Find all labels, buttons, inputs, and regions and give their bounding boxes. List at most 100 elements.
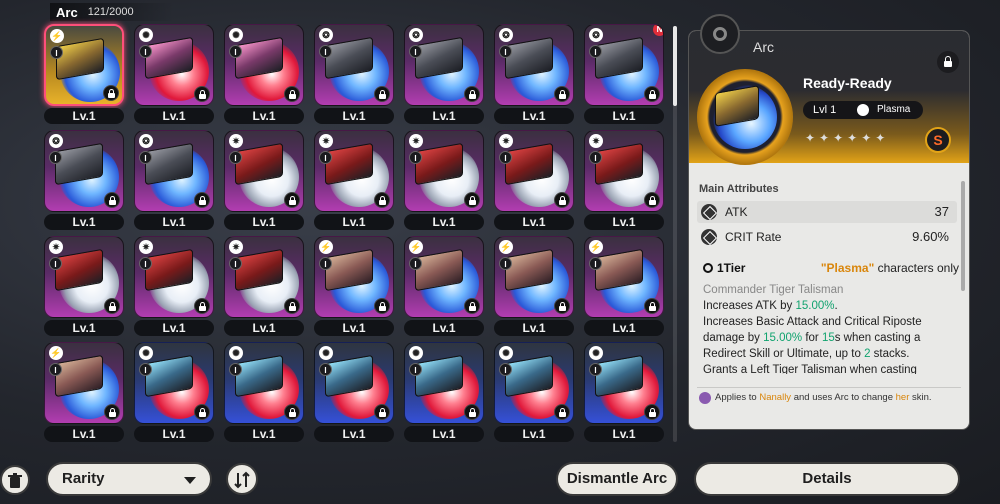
arc-tile[interactable]: ⚡ I [314, 236, 394, 318]
arc-tile[interactable]: ✷ I [224, 130, 304, 212]
arc-card[interactable]: ✷ I Lv.1 [584, 130, 666, 234]
arc-tile[interactable]: ❂ I [494, 24, 574, 106]
lock-icon[interactable] [374, 404, 390, 420]
arc-card[interactable]: ✷ I Lv.1 [404, 130, 486, 234]
lock-icon[interactable] [284, 404, 300, 420]
lock-icon[interactable] [464, 86, 480, 102]
details-button[interactable]: Details [694, 462, 960, 496]
arc-tile[interactable]: ❂ I [314, 24, 394, 106]
lock-icon[interactable] [194, 192, 210, 208]
tier-icon: I [229, 363, 242, 376]
arc-card[interactable]: ✺ I Lv.1 [134, 24, 216, 128]
arc-card[interactable]: ⚡ I Lv.1 [44, 24, 126, 128]
tier-icon: I [139, 257, 152, 270]
arc-tile[interactable]: ✺ I [224, 342, 304, 424]
arc-tile[interactable]: ⚡ I [404, 236, 484, 318]
lock-icon[interactable] [464, 192, 480, 208]
lock-icon[interactable] [554, 192, 570, 208]
arc-card[interactable]: ✷ I Lv.1 [224, 236, 306, 340]
lock-icon[interactable] [464, 298, 480, 314]
arc-tile[interactable]: ✺ I [134, 342, 214, 424]
arc-tile[interactable]: ✷ I [44, 236, 124, 318]
arc-card[interactable]: ✺ I Lv.1 [404, 342, 486, 446]
lock-icon[interactable] [644, 298, 660, 314]
arc-tile[interactable]: ❂ I [134, 130, 214, 212]
arc-level: Lv.1 [44, 108, 124, 124]
arc-tile[interactable]: ✺ I [134, 24, 214, 106]
lock-icon[interactable] [374, 298, 390, 314]
arc-card[interactable]: ✷ I Lv.1 [224, 130, 306, 234]
arc-card[interactable]: ✷ I Lv.1 [44, 236, 126, 340]
arc-card[interactable]: ❂ I Lv.1 [44, 130, 126, 234]
lock-icon[interactable] [644, 86, 660, 102]
arc-tile[interactable]: ✷ I [494, 130, 574, 212]
lock-icon[interactable] [103, 85, 119, 101]
lock-icon[interactable] [644, 404, 660, 420]
arc-card[interactable]: ❂ I Lv.1 [494, 24, 576, 128]
lock-icon[interactable] [554, 86, 570, 102]
inventory-title: Arc [56, 4, 78, 20]
lock-icon[interactable] [374, 86, 390, 102]
lock-icon[interactable] [284, 192, 300, 208]
inventory-scrollbar[interactable] [673, 26, 677, 442]
arc-card[interactable]: ✺ I Lv.1 [224, 24, 306, 128]
lock-icon[interactable] [464, 404, 480, 420]
arc-tile[interactable]: ✺ I [224, 24, 304, 106]
tier-icon: I [409, 151, 422, 164]
arc-tile[interactable]: ✺ I [314, 342, 394, 424]
lock-icon[interactable] [284, 86, 300, 102]
lock-icon[interactable] [374, 192, 390, 208]
detail-scrollbar[interactable] [961, 181, 965, 291]
lock-icon[interactable] [937, 51, 959, 73]
arc-card[interactable]: ⚡ I Lv.1 [584, 236, 666, 340]
lock-icon[interactable] [194, 86, 210, 102]
arc-tile[interactable]: ✷ I [314, 130, 394, 212]
arc-card[interactable]: ❂ I N Lv.1 [584, 24, 666, 128]
arc-card[interactable]: ✺ I Lv.1 [584, 342, 666, 446]
arc-card[interactable]: ❂ I Lv.1 [134, 130, 216, 234]
arc-card[interactable]: ✺ I Lv.1 [134, 342, 216, 446]
arc-tile[interactable]: ❂ I N [584, 24, 664, 106]
arc-card[interactable]: ❂ I Lv.1 [404, 24, 486, 128]
arc-card[interactable]: ✷ I Lv.1 [494, 130, 576, 234]
character-requirement: "Plasma" characters only [821, 261, 959, 275]
arc-card[interactable]: ⚡ I Lv.1 [494, 236, 576, 340]
arc-tile[interactable]: ⚡ I [494, 236, 574, 318]
lock-icon[interactable] [104, 404, 120, 420]
arc-tile[interactable]: ✷ I [134, 236, 214, 318]
arc-tile[interactable]: ✷ I [404, 130, 484, 212]
arc-tile[interactable]: ❂ I [404, 24, 484, 106]
arc-card[interactable]: ✷ I Lv.1 [314, 130, 396, 234]
arc-card[interactable]: ❂ I Lv.1 [314, 24, 396, 128]
arc-card[interactable]: ⚡ I Lv.1 [404, 236, 486, 340]
lock-icon[interactable] [644, 192, 660, 208]
arc-tile[interactable]: ⚡ I [584, 236, 664, 318]
arc-card[interactable]: ⚡ I Lv.1 [314, 236, 396, 340]
lock-icon[interactable] [554, 298, 570, 314]
arc-tile[interactable]: ✷ I [224, 236, 304, 318]
arc-card[interactable]: ✷ I Lv.1 [134, 236, 216, 340]
arc-tile[interactable]: ✺ I [494, 342, 574, 424]
skill-description[interactable]: Commander Tiger Talisman Increases ATK b… [703, 282, 955, 374]
trash-icon[interactable] [0, 465, 30, 495]
dismantle-arc-button[interactable]: Dismantle Arc [556, 462, 678, 496]
lock-icon[interactable] [104, 192, 120, 208]
lock-icon[interactable] [194, 298, 210, 314]
arc-card[interactable]: ✺ I Lv.1 [314, 342, 396, 446]
arc-tile[interactable]: ❂ I [44, 130, 124, 212]
arc-card[interactable]: ⚡ I Lv.1 [44, 342, 126, 446]
rarity-filter-dropdown[interactable]: Rarity [46, 462, 212, 496]
lock-icon[interactable] [554, 404, 570, 420]
sort-order-icon[interactable] [226, 463, 258, 495]
lock-icon[interactable] [284, 298, 300, 314]
arc-card[interactable]: ✺ I Lv.1 [494, 342, 576, 446]
arc-card[interactable]: ✺ I Lv.1 [224, 342, 306, 446]
arc-tile[interactable]: ⚡ I [44, 24, 124, 106]
scrollbar-thumb[interactable] [673, 26, 677, 106]
lock-icon[interactable] [194, 404, 210, 420]
arc-tile[interactable]: ✷ I [584, 130, 664, 212]
lock-icon[interactable] [104, 298, 120, 314]
arc-tile[interactable]: ⚡ I [44, 342, 124, 424]
arc-tile[interactable]: ✺ I [584, 342, 664, 424]
arc-tile[interactable]: ✺ I [404, 342, 484, 424]
